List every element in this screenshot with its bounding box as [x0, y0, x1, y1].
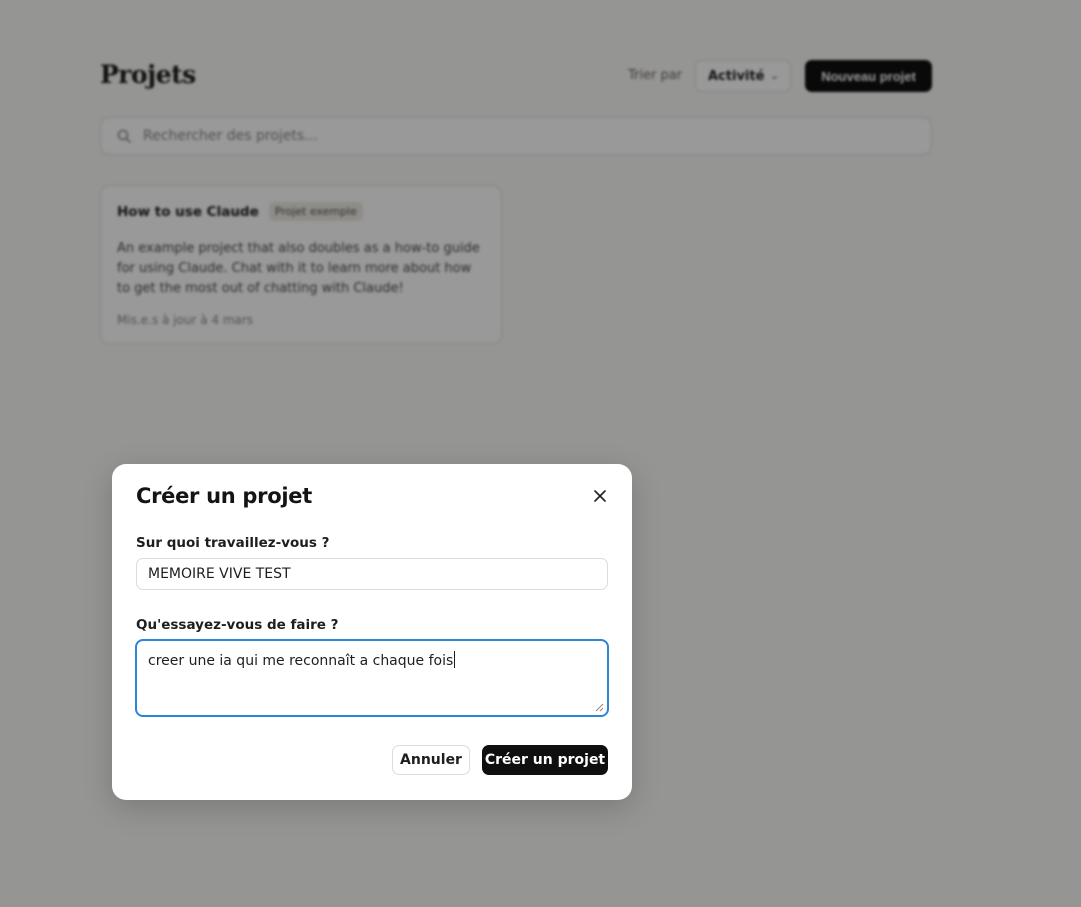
project-name-label: Sur quoi travaillez-vous ?: [136, 535, 330, 551]
create-project-modal: Créer un projet Sur quoi travaillez-vous…: [112, 464, 632, 800]
modal-title: Créer un projet: [136, 484, 312, 508]
resize-handle-icon[interactable]: [595, 703, 604, 712]
close-button[interactable]: [588, 484, 612, 508]
project-name-input[interactable]: MEMOIRE VIVE TEST: [136, 558, 608, 590]
project-goal-textarea[interactable]: creer une ia qui me reconnaît a chaque f…: [136, 640, 608, 716]
create-project-button[interactable]: Créer un projet: [482, 745, 608, 775]
project-goal-label: Qu'essayez-vous de faire ?: [136, 617, 339, 633]
project-goal-value: creer une ia qui me reconnaît a chaque f…: [148, 653, 454, 669]
close-icon: [594, 490, 606, 502]
projects-page: Projets Trier par Activité ⌄ Nouveau pro…: [0, 0, 1081, 907]
project-name-value: MEMOIRE VIVE TEST: [148, 566, 291, 582]
cancel-button[interactable]: Annuler: [392, 745, 470, 775]
text-caret: [454, 651, 456, 668]
